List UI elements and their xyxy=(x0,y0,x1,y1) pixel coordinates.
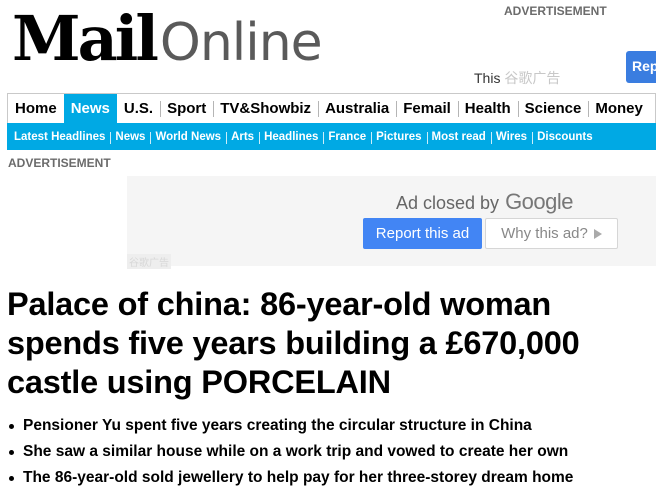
logo-online-wordmark: Online xyxy=(159,13,323,73)
report-ad-button[interactable]: Report this ad xyxy=(363,218,482,249)
subnav-item-news[interactable]: News xyxy=(110,131,150,144)
ad-watermark: 谷歌广告 xyxy=(127,254,171,269)
subnav-item-pictures[interactable]: Pictures xyxy=(371,131,426,144)
top-ad-text-visible: This xyxy=(474,70,501,86)
nav-item-science[interactable]: Science xyxy=(517,94,589,124)
summary-bullet-text: Pensioner Yu spent five years creating t… xyxy=(23,417,532,434)
masthead: Mail Online ADVERTISEMENT Rep This 谷歌广告 xyxy=(0,0,656,92)
bullet-dot-icon xyxy=(9,424,14,429)
google-brand-text: Google xyxy=(505,189,574,214)
summary-bullet-text: She saw a similar house while on a work … xyxy=(23,443,569,460)
nav-item-tv-showbiz[interactable]: TV&Showbiz xyxy=(213,94,318,124)
nav-item-sport[interactable]: Sport xyxy=(160,94,213,124)
nav-item-news[interactable]: News xyxy=(63,93,117,124)
subnav-item-wires[interactable]: Wires xyxy=(490,131,532,144)
subnav-item-headlines[interactable]: Headlines xyxy=(259,131,323,144)
why-this-ad-label: Why this ad? xyxy=(501,225,588,242)
top-ad-text: This 谷歌广告 xyxy=(474,68,560,88)
primary-nav: Home News U.S. Sport TV&Showbiz Australi… xyxy=(7,93,656,124)
ad-label: ADVERTISEMENT xyxy=(8,156,111,170)
subnav-item-discounts[interactable]: Discounts xyxy=(532,131,598,144)
nav-item-health[interactable]: Health xyxy=(457,94,518,124)
logo-mail-wordmark: Mail xyxy=(12,2,159,75)
subnav-item-most-read[interactable]: Most read xyxy=(426,131,491,144)
article-summary-bullets: Pensioner Yu spent five years creating t… xyxy=(8,416,653,494)
top-ad-label: ADVERTISEMENT xyxy=(504,4,607,18)
summary-bullet: The 86-year-old sold jewellery to help p… xyxy=(8,468,653,494)
top-ad-text-faded: 谷歌广告 xyxy=(504,70,561,86)
top-ad-report-button[interactable]: Rep xyxy=(626,51,656,83)
nav-item-home[interactable]: Home xyxy=(8,94,64,124)
why-this-ad-button[interactable]: Why this ad? xyxy=(485,218,618,249)
summary-bullet: Pensioner Yu spent five years creating t… xyxy=(8,416,653,442)
article-headline: Palace of china: 86-year-old woman spend… xyxy=(7,286,580,400)
summary-bullet: She saw a similar house while on a work … xyxy=(8,442,653,468)
adchoices-play-icon xyxy=(593,228,602,239)
subnav-item-latest-headlines[interactable]: Latest Headlines xyxy=(9,131,110,143)
secondary-nav: Latest Headlines News World News Arts He… xyxy=(7,123,656,150)
ad-closed-message: Ad closed by Google xyxy=(396,189,574,215)
site-logo[interactable]: Mail Online xyxy=(12,2,323,75)
bullet-dot-icon xyxy=(9,450,14,455)
nav-item-us[interactable]: U.S. xyxy=(117,94,160,124)
nav-item-australia[interactable]: Australia xyxy=(318,94,396,124)
nav-item-femail[interactable]: Femail xyxy=(396,94,458,124)
summary-bullet-text: The 86-year-old sold jewellery to help p… xyxy=(23,469,574,486)
nav-item-money[interactable]: Money xyxy=(588,94,650,124)
bullet-dot-icon xyxy=(9,476,14,481)
subnav-item-arts[interactable]: Arts xyxy=(226,131,259,144)
subnav-item-world-news[interactable]: World News xyxy=(150,131,226,144)
subnav-item-france[interactable]: France xyxy=(323,131,371,144)
ad-closed-text: Ad closed by xyxy=(396,193,500,213)
